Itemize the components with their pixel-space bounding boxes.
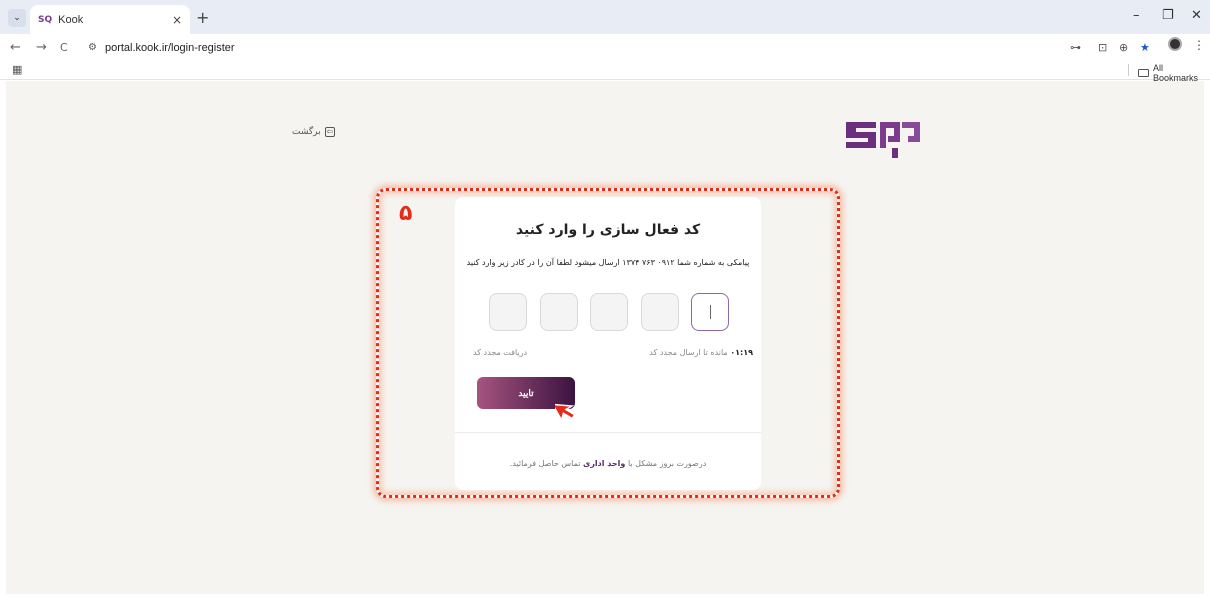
step-number: ۵ xyxy=(399,201,413,226)
page-title: کد فعال سازی را وارد کنید xyxy=(515,222,701,238)
resend-code-link[interactable]: دریافت مجدد کد xyxy=(473,348,527,357)
all-bookmarks-label: All Bookmarks xyxy=(1152,63,1198,83)
reload-button[interactable]: C xyxy=(60,41,68,54)
instruction-text: پیامکی به شماره شما ۰۹۱۲ ۷۶۳ ۱۳۷۴ ارسال … xyxy=(466,258,750,267)
text-caret xyxy=(709,305,711,319)
otp-digit-3[interactable] xyxy=(590,293,628,331)
restore-button[interactable]: ❐ xyxy=(1162,8,1174,23)
otp-digit-5[interactable] xyxy=(489,293,527,331)
support-note-prefix: درصورت بروز مشکل با xyxy=(625,459,707,468)
timer-label: مانده تا ارسال مجدد کد xyxy=(649,348,731,357)
folder-icon xyxy=(1138,69,1149,77)
otp-digit-2[interactable] xyxy=(640,293,679,331)
apps-grid-icon[interactable]: ▦ xyxy=(12,63,22,76)
site-info-icon[interactable]: ⚙ xyxy=(88,42,97,53)
page-content: ⇦ برگشت ۵ کد فعال سازی را وارد کنید پیام… xyxy=(6,81,1204,594)
minimize-button[interactable]: – xyxy=(1133,8,1140,23)
back-button[interactable]: ← xyxy=(10,40,21,55)
card-divider xyxy=(455,432,761,433)
kook-logo xyxy=(846,122,920,158)
back-label: برگشت xyxy=(292,127,321,137)
tab-search-button[interactable]: ⌄ xyxy=(8,9,26,27)
tab-close-icon[interactable]: × xyxy=(172,13,182,27)
url-text[interactable]: portal.kook.ir/login-register xyxy=(105,42,235,54)
browser-tab-bar: ⌄ SQ Kook × + – ❐ ✕ xyxy=(0,0,1210,34)
url-field[interactable]: ⚙ portal.kook.ir/login-register xyxy=(78,37,1158,58)
bookmark-bar: ▦ All Bookmarks xyxy=(0,60,1210,83)
back-arrow-icon: ⇦ xyxy=(324,127,335,137)
otp-digit-4[interactable] xyxy=(539,293,578,331)
site-favicon-icon: SQ xyxy=(38,14,53,25)
admin-unit-link[interactable]: واحد اداری xyxy=(583,459,625,468)
password-key-icon[interactable]: ⊶ xyxy=(1070,41,1081,54)
support-note: درصورت بروز مشکل با واحد اداری تماس حاصل… xyxy=(455,459,761,468)
timer-value: ۰۱:۱۹ xyxy=(730,348,753,357)
resend-row: ۰۱:۱۹ مانده تا ارسال مجدد کد دریافت مجدد… xyxy=(473,348,753,357)
resend-timer: ۰۱:۱۹ مانده تا ارسال مجدد کد xyxy=(649,348,753,357)
bookmark-separator xyxy=(1128,64,1129,76)
new-tab-button[interactable]: + xyxy=(196,8,209,27)
mouse-pointer-icon xyxy=(555,403,576,423)
bookmark-star-icon[interactable]: ★ xyxy=(1140,41,1150,54)
browser-menu-icon[interactable]: ⋮ xyxy=(1193,38,1205,52)
address-bar: ← → C ⚙ portal.kook.ir/login-register ⊶ … xyxy=(0,34,1210,60)
install-app-icon[interactable]: ⊡ xyxy=(1098,41,1107,54)
otp-digit-1[interactable] xyxy=(691,293,729,331)
tab-title: Kook xyxy=(58,13,84,26)
support-note-suffix: تماس حاصل فرمائید. xyxy=(509,459,583,468)
forward-button[interactable]: → xyxy=(36,40,47,55)
browser-tab[interactable]: SQ Kook × xyxy=(30,5,190,34)
back-link[interactable]: ⇦ برگشت xyxy=(292,127,335,137)
zoom-icon[interactable]: ⊕ xyxy=(1119,41,1128,54)
all-bookmarks-button[interactable]: All Bookmarks xyxy=(1138,63,1210,83)
verification-card: کد فعال سازی را وارد کنید پیامکی به شمار… xyxy=(455,197,761,490)
close-window-button[interactable]: ✕ xyxy=(1191,8,1202,23)
otp-input-group xyxy=(489,293,729,333)
profile-avatar[interactable] xyxy=(1168,37,1182,51)
